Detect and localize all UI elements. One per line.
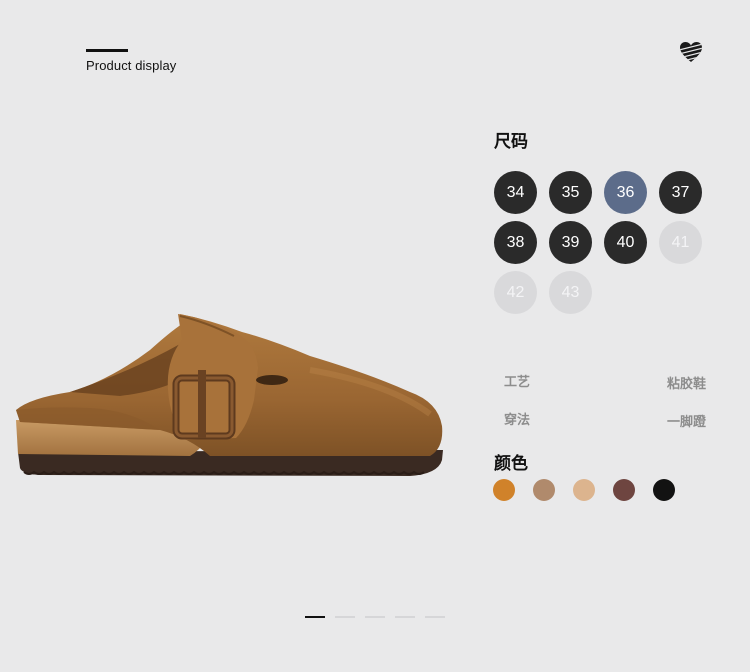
page-title: Product display	[86, 58, 177, 73]
size-option-38[interactable]: 38	[494, 221, 537, 264]
color-swatches	[493, 479, 675, 501]
size-option-34[interactable]: 34	[494, 171, 537, 214]
attr-label-wearing: 穿法	[504, 413, 531, 428]
pager-dot-3[interactable]	[365, 616, 385, 618]
pager-dot-5[interactable]	[425, 616, 445, 618]
color-swatch-3[interactable]	[573, 479, 595, 501]
size-option-43: 43	[549, 271, 592, 314]
heart-icon[interactable]	[679, 41, 703, 63]
attr-value-craft: 粘胶鞋	[666, 377, 706, 392]
color-swatch-2[interactable]	[533, 479, 555, 501]
pager-dot-2[interactable]	[335, 616, 355, 618]
size-option-41: 41	[659, 221, 702, 264]
attr-label-craft: 工艺	[504, 375, 531, 390]
attr-value-wearing: 一脚蹬	[666, 415, 706, 430]
product-image	[16, 314, 443, 476]
size-option-36[interactable]: 36	[604, 171, 647, 214]
size-option-39[interactable]: 39	[549, 221, 592, 264]
size-option-35[interactable]: 35	[549, 171, 592, 214]
color-swatch-5[interactable]	[653, 479, 675, 501]
carousel-pager	[305, 616, 445, 618]
size-option-40[interactable]: 40	[604, 221, 647, 264]
pager-dot-1[interactable]	[305, 616, 325, 618]
size-option-37[interactable]: 37	[659, 171, 702, 214]
size-section-title: 尺码	[494, 132, 528, 152]
pager-dot-4[interactable]	[395, 616, 415, 618]
header-accent-bar	[86, 49, 128, 52]
color-swatch-4[interactable]	[613, 479, 635, 501]
size-options: 34 35 36 37 38 39 40 41 42 43	[494, 171, 702, 314]
size-option-42: 42	[494, 271, 537, 314]
color-section-title: 颜色	[494, 454, 528, 474]
color-swatch-1[interactable]	[493, 479, 515, 501]
